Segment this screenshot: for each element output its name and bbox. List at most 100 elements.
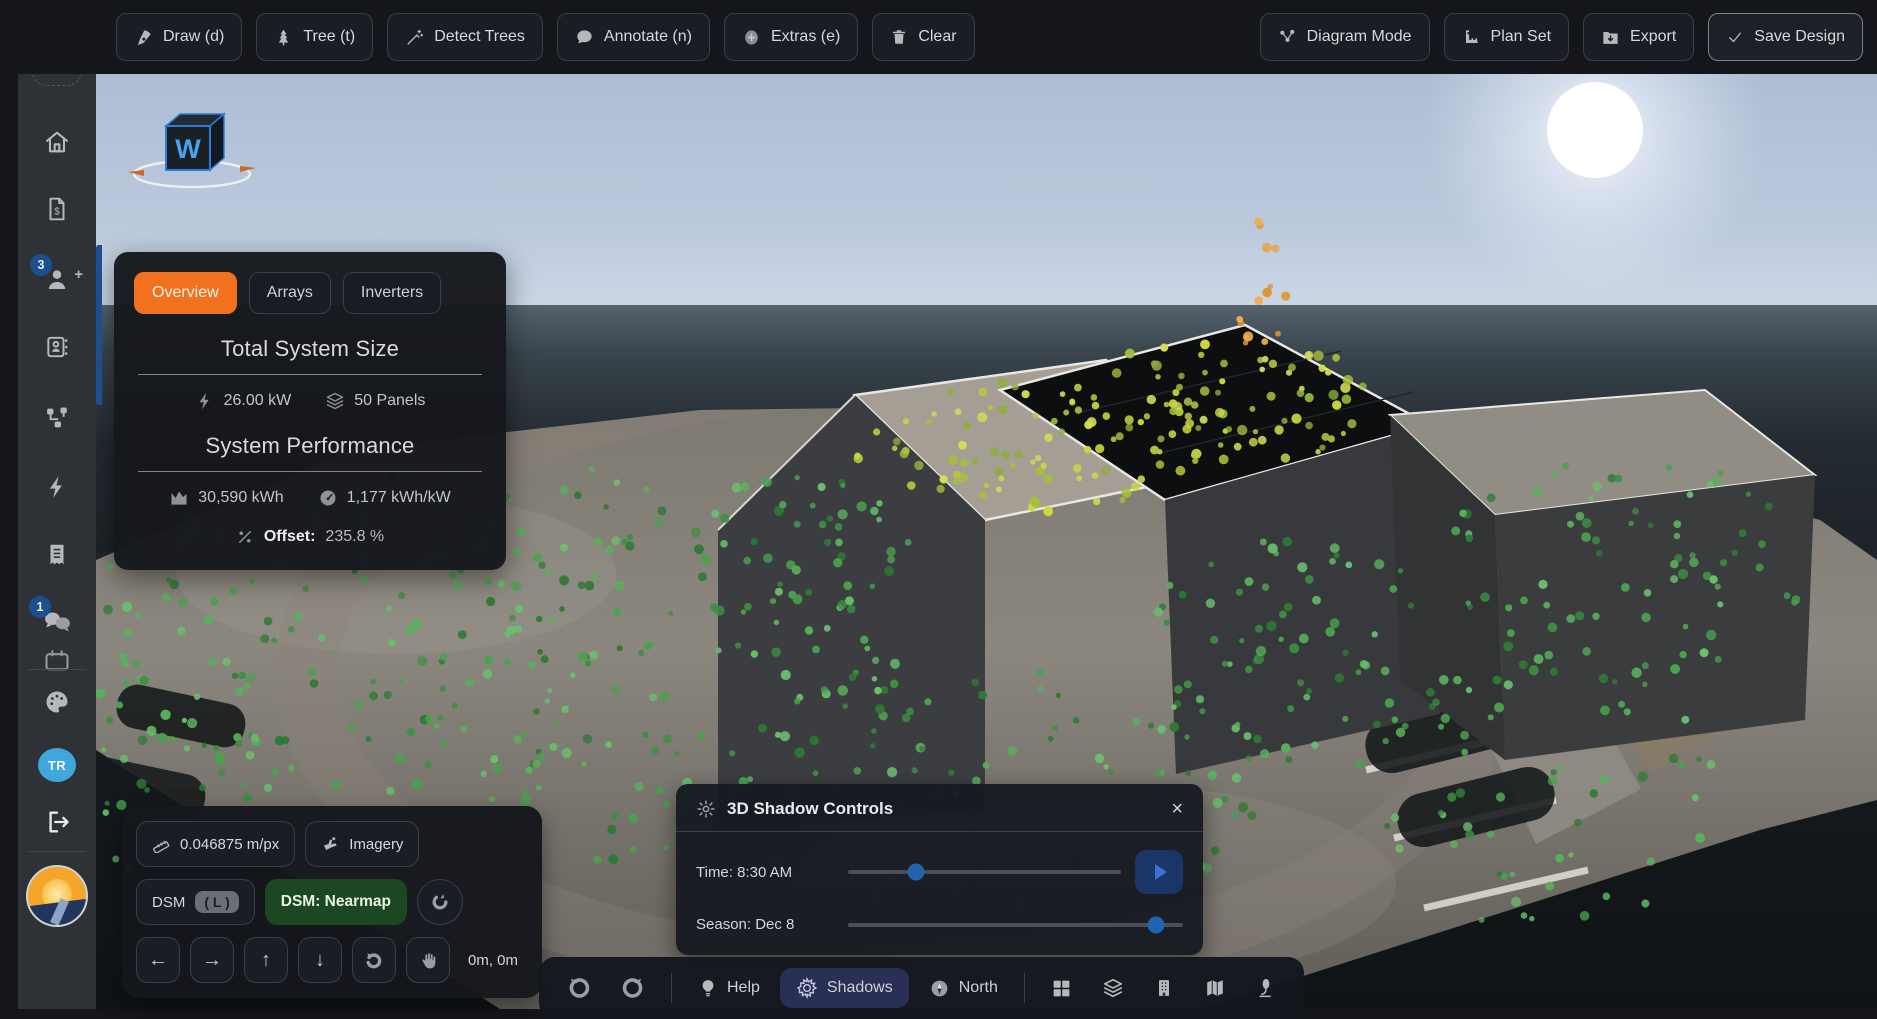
imagery-label: Imagery [349, 836, 403, 853]
extras-label: Extras (e) [771, 28, 840, 46]
add-contact-glyph: + [74, 266, 83, 283]
sidebar-item-home[interactable] [43, 128, 71, 156]
system-stats-panel: Overview Arrays Inverters Total System S… [114, 252, 506, 570]
close-icon[interactable]: × [1171, 799, 1183, 819]
sidebar-item-invoices[interactable]: $ [44, 196, 70, 222]
scale-button[interactable]: 0.046875 m/px [136, 821, 295, 867]
pan-right-button[interactable]: → [190, 937, 234, 983]
sidebar-item-contacts[interactable]: 3 + [42, 264, 72, 294]
lightning-icon [44, 474, 70, 500]
yield-stat: 1,177 kWh/kW [318, 488, 451, 508]
messages-count-badge: 1 [29, 596, 51, 618]
right-house-wall-front [1495, 475, 1815, 760]
help-label: Help [727, 979, 760, 997]
dsm-source-button[interactable]: DSM: Nearmap [265, 879, 407, 925]
pan-up-button[interactable]: ↑ [244, 937, 288, 983]
imagery-button[interactable]: Imagery [305, 821, 419, 867]
shadows-label: Shadows [827, 979, 893, 997]
export-button[interactable]: Export [1583, 13, 1694, 61]
shadows-toggle-button[interactable]: Shadows [780, 968, 909, 1008]
shadow-controls-panel: 3D Shadow Controls × Time: 8:30 AM Seaso… [676, 784, 1203, 955]
layers-button[interactable] [1092, 968, 1134, 1008]
season-slider[interactable] [848, 923, 1183, 927]
tab-inverters[interactable]: Inverters [343, 272, 441, 314]
performance-heading: System Performance [134, 433, 486, 459]
sidebar-item-receipt[interactable] [44, 542, 70, 568]
yield-value: 1,177 kWh/kW [347, 489, 451, 507]
dsm-toggle-button[interactable]: DSM ( L ) [136, 879, 255, 925]
avatar-initials: TR [38, 748, 76, 782]
pan-down-button[interactable]: ↓ [298, 937, 342, 983]
contacts-count-badge: 3 [30, 254, 52, 276]
time-slider[interactable] [848, 870, 1121, 874]
panel-count-value: 50 Panels [354, 392, 425, 410]
arrow-up-icon: ↑ [261, 949, 271, 972]
nodes-icon [43, 404, 71, 432]
sidebar-item-system-diagram[interactable] [43, 404, 71, 432]
tab-overview[interactable]: Overview [134, 272, 237, 314]
help-button[interactable]: Help [688, 969, 770, 1007]
building-icon [1154, 978, 1174, 998]
sidebar-item-theme[interactable] [43, 688, 71, 716]
north-button[interactable]: North [919, 969, 1008, 1008]
cursor-coordinates: 0m, 0m [468, 952, 518, 969]
map-button[interactable] [1194, 968, 1236, 1008]
app-logo[interactable] [26, 865, 88, 927]
play-shadow-animation-button[interactable] [1135, 850, 1183, 894]
receipt-icon [44, 542, 70, 568]
lightbulb-icon [698, 978, 718, 998]
user-avatar[interactable]: TR [38, 748, 76, 782]
export-label: Export [1630, 28, 1676, 46]
tree-button[interactable]: Tree (t) [256, 13, 373, 61]
logout-icon [43, 808, 71, 836]
contact-card-icon [44, 334, 70, 360]
reset-rotation-button[interactable] [417, 879, 463, 925]
rotate-cw-button[interactable] [611, 967, 655, 1009]
diagram-mode-button[interactable]: Diagram Mode [1260, 13, 1430, 61]
plus-circle-icon [742, 28, 761, 47]
home-icon [43, 128, 71, 156]
street-mic-button[interactable] [1246, 968, 1286, 1008]
season-label: Season: Dec 8 [696, 916, 848, 933]
undo-rotate-button[interactable] [352, 937, 396, 983]
scale-value: 0.046875 m/px [180, 836, 279, 853]
logout-button[interactable] [43, 808, 71, 836]
extras-button[interactable]: Extras (e) [724, 13, 858, 61]
sidebar-item-messages[interactable]: 1 [41, 606, 73, 636]
time-slider-thumb[interactable] [908, 864, 925, 881]
pan-hand-button[interactable] [406, 937, 450, 983]
grid-view-button[interactable] [1041, 969, 1082, 1008]
pan-left-button[interactable]: ← [136, 937, 180, 983]
trash-icon [890, 28, 908, 46]
offset-label: Offset: [264, 528, 316, 546]
percent-icon [236, 528, 254, 546]
system-size-stat: 26.00 kW [195, 391, 292, 411]
panel-count-stat: 50 Panels [325, 391, 425, 411]
system-size-value: 26.00 kW [224, 392, 292, 410]
speech-bubble-icon [575, 28, 594, 47]
sidebar-item-energy[interactable] [44, 474, 70, 500]
detect-trees-button[interactable]: Detect Trees [387, 13, 543, 61]
map-icon [1204, 977, 1226, 999]
shadow-panel-title: 3D Shadow Controls [727, 799, 1160, 819]
offset-value: 235.8 % [325, 528, 384, 546]
toolbar-divider [1024, 973, 1025, 1003]
sun-road-logo-icon [26, 865, 88, 927]
clear-button[interactable]: Clear [872, 13, 974, 61]
tab-arrays[interactable]: Arrays [249, 272, 331, 314]
north-label: North [959, 979, 998, 997]
annotate-button[interactable]: Annotate (n) [557, 13, 710, 61]
draw-button[interactable]: Draw (d) [116, 13, 242, 61]
invoice-file-icon: $ [44, 196, 70, 222]
time-label: Time: 8:30 AM [696, 864, 848, 881]
buildings-button[interactable] [1144, 969, 1184, 1007]
plan-set-button[interactable]: Plan Set [1444, 13, 1569, 61]
check-icon [1726, 28, 1744, 46]
rotate-ccw-button[interactable] [557, 967, 601, 1009]
bolt-icon [195, 391, 215, 411]
tree-icon [274, 28, 293, 47]
season-slider-thumb[interactable] [1148, 916, 1165, 933]
dsm-shortcut-chip: ( L ) [195, 891, 238, 913]
sidebar-item-contact-card[interactable] [44, 334, 70, 360]
save-design-button[interactable]: Save Design [1708, 13, 1863, 61]
